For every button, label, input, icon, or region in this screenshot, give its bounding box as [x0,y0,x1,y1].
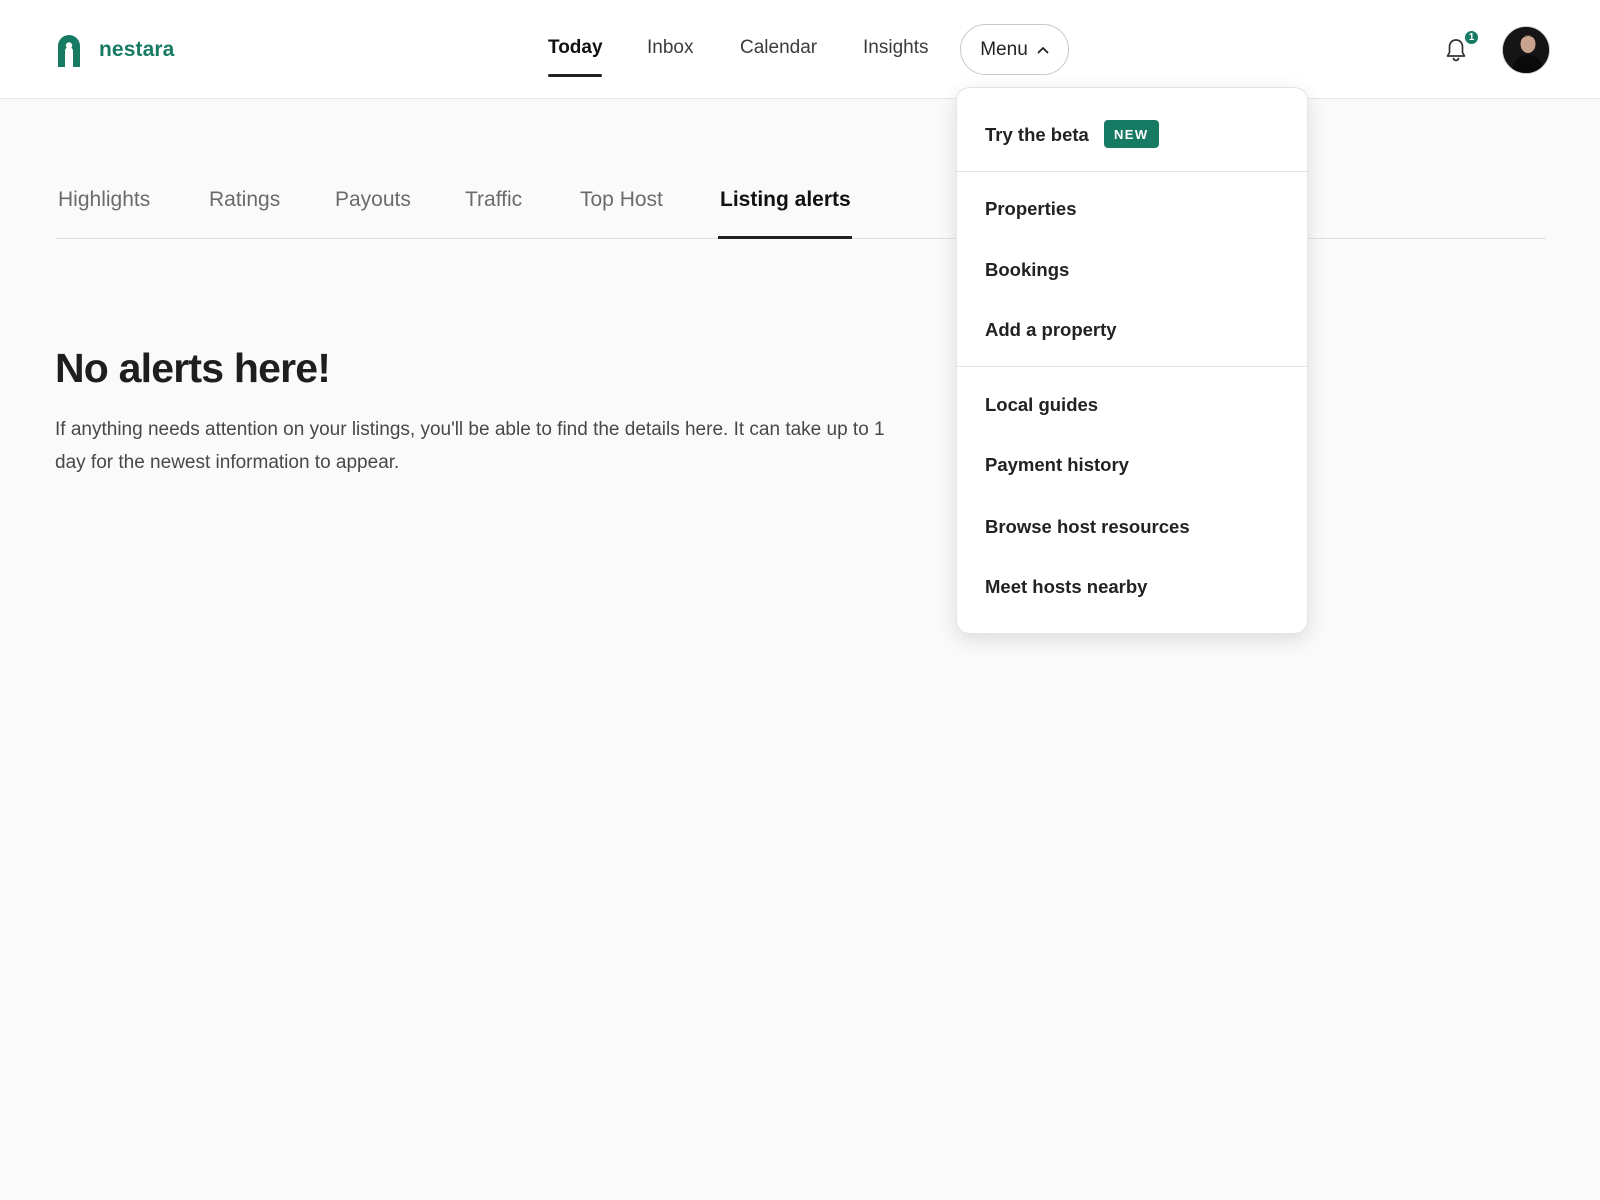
nav-item-inbox[interactable]: Inbox [647,37,693,59]
tab-highlights[interactable]: Highlights [58,188,150,212]
menu-item-bookings[interactable]: Bookings [985,259,1069,281]
top-navigation-bar: nestara Today Inbox Calendar Insights Me… [0,0,1600,99]
tab-top-host[interactable]: Top Host [580,188,663,212]
menu-item-payment-history[interactable]: Payment history [985,454,1129,476]
menu-item-meet-hosts-nearby[interactable]: Meet hosts nearby [985,576,1147,598]
tab-listing-alerts[interactable]: Listing alerts [720,188,851,212]
notification-count-badge: 1 [1463,29,1480,46]
nav-item-calendar[interactable]: Calendar [740,37,817,59]
menu-dropdown: Try the beta NEW Properties Bookings Add… [956,87,1308,634]
menu-item-add-property[interactable]: Add a property [985,319,1117,341]
nav-item-insights[interactable]: Insights [863,37,928,59]
empty-state-description: If anything needs attention on your list… [55,419,885,473]
insights-tabs: Highlights Ratings Payouts Traffic Top H… [56,170,1546,239]
tab-payouts[interactable]: Payouts [335,188,411,212]
menu-button-label: Menu [980,38,1028,60]
main-nav: Today Inbox Calendar Insights [0,0,1600,99]
tab-active-indicator [718,236,852,239]
empty-state-title: No alerts here! [55,345,331,391]
menu-divider [957,366,1307,367]
nav-active-indicator [548,74,602,77]
nestara-logo-icon [58,35,80,67]
menu-item-browse-host-resources[interactable]: Browse host resources [985,516,1190,538]
avatar[interactable] [1502,26,1550,74]
tab-ratings[interactable]: Ratings [209,188,280,212]
menu-divider [957,171,1307,172]
new-badge: NEW [1104,120,1159,148]
menu-button[interactable]: Menu [960,24,1069,75]
nav-item-today[interactable]: Today [548,37,603,59]
brand-name: nestara [99,38,175,61]
profile-photo [1503,27,1549,73]
menu-item-try-beta[interactable]: Try the beta [985,124,1089,146]
menu-item-local-guides[interactable]: Local guides [985,394,1098,416]
tab-traffic[interactable]: Traffic [465,188,522,212]
menu-item-properties[interactable]: Properties [985,198,1077,220]
brand-logo-link[interactable]: nestara [55,33,174,67]
chevron-up-icon [1037,46,1049,53]
